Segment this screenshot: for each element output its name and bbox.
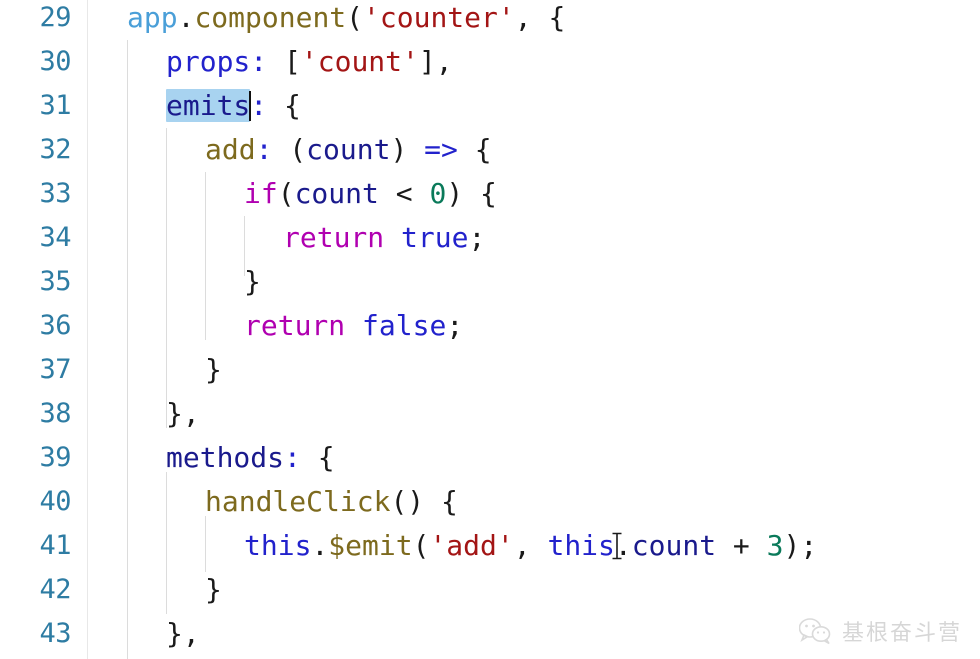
- code-token: },: [166, 397, 200, 430]
- code-token: $emit: [328, 529, 413, 562]
- code-token: count: [306, 133, 391, 166]
- code-token: .: [614, 529, 632, 562]
- watermark-text: 基根奋斗营: [841, 621, 962, 646]
- code-token: :: [250, 45, 268, 78]
- code-token: },: [166, 617, 200, 650]
- code-token: ;: [468, 221, 486, 254]
- code-token: this: [547, 529, 615, 562]
- code-token: <: [378, 177, 430, 210]
- code-token: (: [346, 1, 364, 34]
- code-token: );: [783, 529, 818, 562]
- line-number: 34: [39, 222, 71, 253]
- code-line[interactable]: handleClick() {: [205, 480, 458, 524]
- code-token: ): [390, 133, 425, 166]
- indent-guide: [244, 216, 245, 276]
- indent-guide: [166, 128, 167, 428]
- code-token: , {: [514, 1, 566, 34]
- code-token: 'counter': [363, 1, 515, 34]
- line-number: 33: [39, 178, 71, 209]
- code-token: count: [294, 177, 379, 210]
- code-token: (: [272, 133, 307, 166]
- code-token: false: [362, 309, 447, 342]
- code-content-area[interactable]: app.component('counter', {props: ['count…: [88, 0, 980, 659]
- code-token: {: [457, 133, 492, 166]
- code-line[interactable]: if(count < 0) {: [244, 172, 497, 216]
- indent-guide: [127, 40, 128, 659]
- line-number: 41: [39, 530, 71, 561]
- code-token: }: [205, 353, 222, 386]
- line-number: 38: [39, 398, 71, 429]
- code-token: handleClick: [205, 485, 391, 518]
- code-token: app: [127, 1, 178, 34]
- code-token: this: [244, 529, 312, 562]
- selected-token: emits: [166, 89, 251, 122]
- code-token: component: [194, 1, 347, 34]
- code-token: return: [283, 221, 385, 254]
- indent-guide: [166, 472, 167, 614]
- line-number: 37: [39, 354, 71, 385]
- code-token: }: [205, 573, 222, 606]
- code-line[interactable]: },: [166, 392, 200, 436]
- code-line[interactable]: return true;: [283, 216, 485, 260]
- code-line[interactable]: }: [244, 260, 261, 304]
- code-token: 'count': [300, 45, 419, 78]
- line-number: 43: [39, 618, 71, 649]
- code-line[interactable]: },: [166, 612, 200, 656]
- code-line[interactable]: return false;: [244, 304, 463, 348]
- code-line[interactable]: }: [205, 348, 222, 392]
- code-token: {: [300, 441, 335, 474]
- code-line[interactable]: props: ['count'],: [166, 40, 453, 84]
- line-number: 40: [39, 486, 71, 517]
- code-token: ) {: [446, 177, 497, 210]
- line-number: 30: [39, 46, 71, 77]
- code-line[interactable]: methods: {: [166, 436, 335, 480]
- line-number: 29: [39, 2, 71, 33]
- code-token: ],: [418, 45, 453, 78]
- line-number: 42: [39, 574, 71, 605]
- code-token: methods: [166, 441, 285, 474]
- indent-guide: [205, 172, 206, 340]
- code-line[interactable]: emits: {: [166, 84, 301, 128]
- code-token: :: [250, 89, 268, 122]
- code-token: .: [311, 529, 329, 562]
- line-number: 35: [39, 266, 71, 297]
- code-token: if: [244, 177, 278, 210]
- line-number: 32: [39, 134, 71, 165]
- wechat-icon: [798, 617, 831, 644]
- indent-guide: [205, 516, 206, 572]
- code-line[interactable]: add: (count) => {: [205, 128, 492, 172]
- code-token: :: [255, 133, 273, 166]
- code-token: 3: [766, 529, 784, 562]
- code-token: 'add': [429, 529, 514, 562]
- code-token: .: [177, 1, 195, 34]
- code-token: +: [716, 529, 767, 562]
- code-token: (: [412, 529, 430, 562]
- code-token: props: [166, 45, 251, 78]
- code-line[interactable]: this.$emit('add', this.count + 3);: [244, 524, 817, 568]
- code-token: =>: [424, 133, 458, 166]
- code-token: ;: [446, 309, 464, 342]
- code-token: 0: [429, 177, 447, 210]
- code-token: :: [284, 441, 301, 474]
- code-editor[interactable]: 29 30 31 32 33 34 35 36 37 38 39 40 41 42 43 app.compo…: [0, 0, 980, 659]
- code-token: [: [267, 45, 301, 78]
- line-number: 31: [39, 90, 71, 121]
- code-token: (: [277, 177, 295, 210]
- code-token: add: [205, 133, 256, 166]
- line-number-gutter: 29 30 31 32 33 34 35 36 37 38 39 40 41 42 43: [0, 0, 88, 659]
- code-token: true: [401, 221, 469, 254]
- code-line[interactable]: }: [205, 568, 222, 612]
- line-number: 36: [39, 310, 71, 341]
- code-token: () {: [390, 485, 458, 518]
- code-line[interactable]: app.component('counter', {: [127, 0, 565, 40]
- code-token: count: [631, 529, 717, 562]
- code-token: ,: [513, 529, 548, 562]
- watermark: 基根奋斗营: [798, 615, 962, 647]
- code-token: {: [267, 89, 301, 122]
- line-number: 39: [39, 442, 71, 473]
- code-token: return: [244, 309, 346, 342]
- code-token: }: [244, 265, 261, 298]
